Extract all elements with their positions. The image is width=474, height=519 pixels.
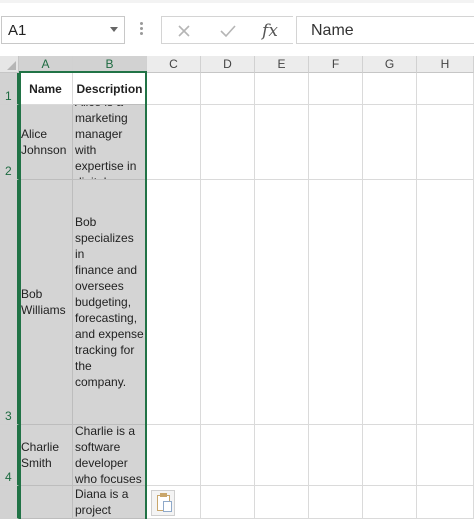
ribbon-edge: [0, 0, 474, 3]
name-box-value[interactable]: A1: [8, 22, 26, 39]
cell-f2[interactable]: [309, 105, 363, 180]
cancel-button[interactable]: [164, 19, 204, 43]
cell-b2[interactable]: Alice is a marketing manager with expert…: [73, 105, 147, 180]
row-header-2[interactable]: 2: [0, 105, 19, 180]
name-box[interactable]: A1: [1, 16, 125, 44]
row-number: 1: [5, 89, 12, 103]
paste-sheet-shape: [163, 501, 172, 512]
close-icon: [178, 25, 190, 37]
description-header: Description: [76, 81, 143, 96]
cell-b4[interactable]: Charlie is a software developer who focu…: [73, 425, 147, 486]
cell-h5[interactable]: [417, 486, 474, 519]
name-value: Charlie Smith: [21, 440, 60, 470]
row-header-1[interactable]: 1: [0, 73, 19, 105]
row-header-5[interactable]: [0, 486, 19, 519]
paste-options-icon[interactable]: [151, 490, 175, 516]
row-header-3[interactable]: 3: [0, 180, 19, 425]
function-icon: fx: [262, 21, 278, 41]
cell-e2[interactable]: [255, 105, 309, 180]
description-value: Alice is a marketing manager with expert…: [75, 105, 137, 179]
cell-e4[interactable]: [255, 425, 309, 486]
cell-c2[interactable]: [147, 105, 201, 180]
cell-a3[interactable]: Bob Williams: [19, 180, 73, 425]
description-value: Charlie is a software developer who focu…: [75, 425, 142, 486]
cell-d3[interactable]: [201, 180, 255, 425]
column-header-g[interactable]: G: [363, 56, 417, 73]
cell-h4[interactable]: [417, 425, 474, 486]
spreadsheet-grid[interactable]: A B C D E F G H 1 2 3 4 Name Description…: [0, 56, 474, 519]
clipboard-clip: [160, 493, 167, 497]
checkmark-icon: [220, 25, 236, 38]
column-header-c[interactable]: C: [147, 56, 201, 73]
grip-icon[interactable]: [140, 22, 143, 36]
cell-g3[interactable]: [363, 180, 417, 425]
cell-f3[interactable]: [309, 180, 363, 425]
cell-h2[interactable]: [417, 105, 474, 180]
formula-buttons: fx: [161, 16, 293, 44]
column-header-h[interactable]: H: [417, 56, 474, 73]
cell-b3[interactable]: Bob specializes in finance and oversees …: [73, 180, 147, 425]
cell-d1[interactable]: [201, 73, 255, 105]
chevron-down-icon[interactable]: [110, 27, 118, 32]
name-value: Bob Williams: [21, 287, 66, 317]
cell-g1[interactable]: [363, 73, 417, 105]
column-header-e[interactable]: E: [255, 56, 309, 73]
select-all-icon: [7, 61, 16, 70]
insert-function-button[interactable]: fx: [250, 19, 290, 43]
formula-bar: A1 fx Name: [0, 0, 474, 56]
cell-g5[interactable]: [363, 486, 417, 519]
row-number: 3: [5, 409, 12, 423]
cell-c1[interactable]: [147, 73, 201, 105]
cell-d2[interactable]: [201, 105, 255, 180]
column-header-a[interactable]: A: [19, 56, 73, 73]
cell-a4[interactable]: Charlie Smith: [19, 425, 73, 486]
formula-value[interactable]: Name: [311, 22, 354, 40]
cell-b5[interactable]: Diana is a project: [73, 486, 147, 519]
cell-g4[interactable]: [363, 425, 417, 486]
cell-g2[interactable]: [363, 105, 417, 180]
cell-d5[interactable]: [201, 486, 255, 519]
cell-c4[interactable]: [147, 425, 201, 486]
cell-a5[interactable]: [19, 486, 73, 519]
formula-input[interactable]: Name: [296, 16, 474, 44]
select-all-button[interactable]: [0, 56, 19, 73]
column-header-f[interactable]: F: [309, 56, 363, 73]
row-header-4[interactable]: 4: [0, 425, 19, 486]
cell-f1[interactable]: [309, 73, 363, 105]
description-value: Diana is a project: [75, 487, 129, 517]
cell-h1[interactable]: [417, 73, 474, 105]
cell-e1[interactable]: [255, 73, 309, 105]
enter-button[interactable]: [208, 19, 248, 43]
cell-f5[interactable]: [309, 486, 363, 519]
name-value: Alice Johnson: [21, 127, 67, 157]
cell-a1[interactable]: Name: [19, 73, 73, 105]
row-number: 2: [5, 164, 12, 178]
column-header-b[interactable]: B: [73, 56, 147, 73]
column-header-d[interactable]: D: [201, 56, 255, 73]
cell-d4[interactable]: [201, 425, 255, 486]
cell-f4[interactable]: [309, 425, 363, 486]
row-number: 4: [5, 470, 12, 484]
cell-b1[interactable]: Description: [73, 73, 147, 105]
name-header: Name: [29, 81, 62, 96]
cell-e3[interactable]: [255, 180, 309, 425]
cell-e5[interactable]: [255, 486, 309, 519]
cell-h3[interactable]: [417, 180, 474, 425]
description-value: Bob specializes in finance and oversees …: [75, 215, 144, 389]
cell-a2[interactable]: Alice Johnson: [19, 105, 73, 180]
cell-c3[interactable]: [147, 180, 201, 425]
